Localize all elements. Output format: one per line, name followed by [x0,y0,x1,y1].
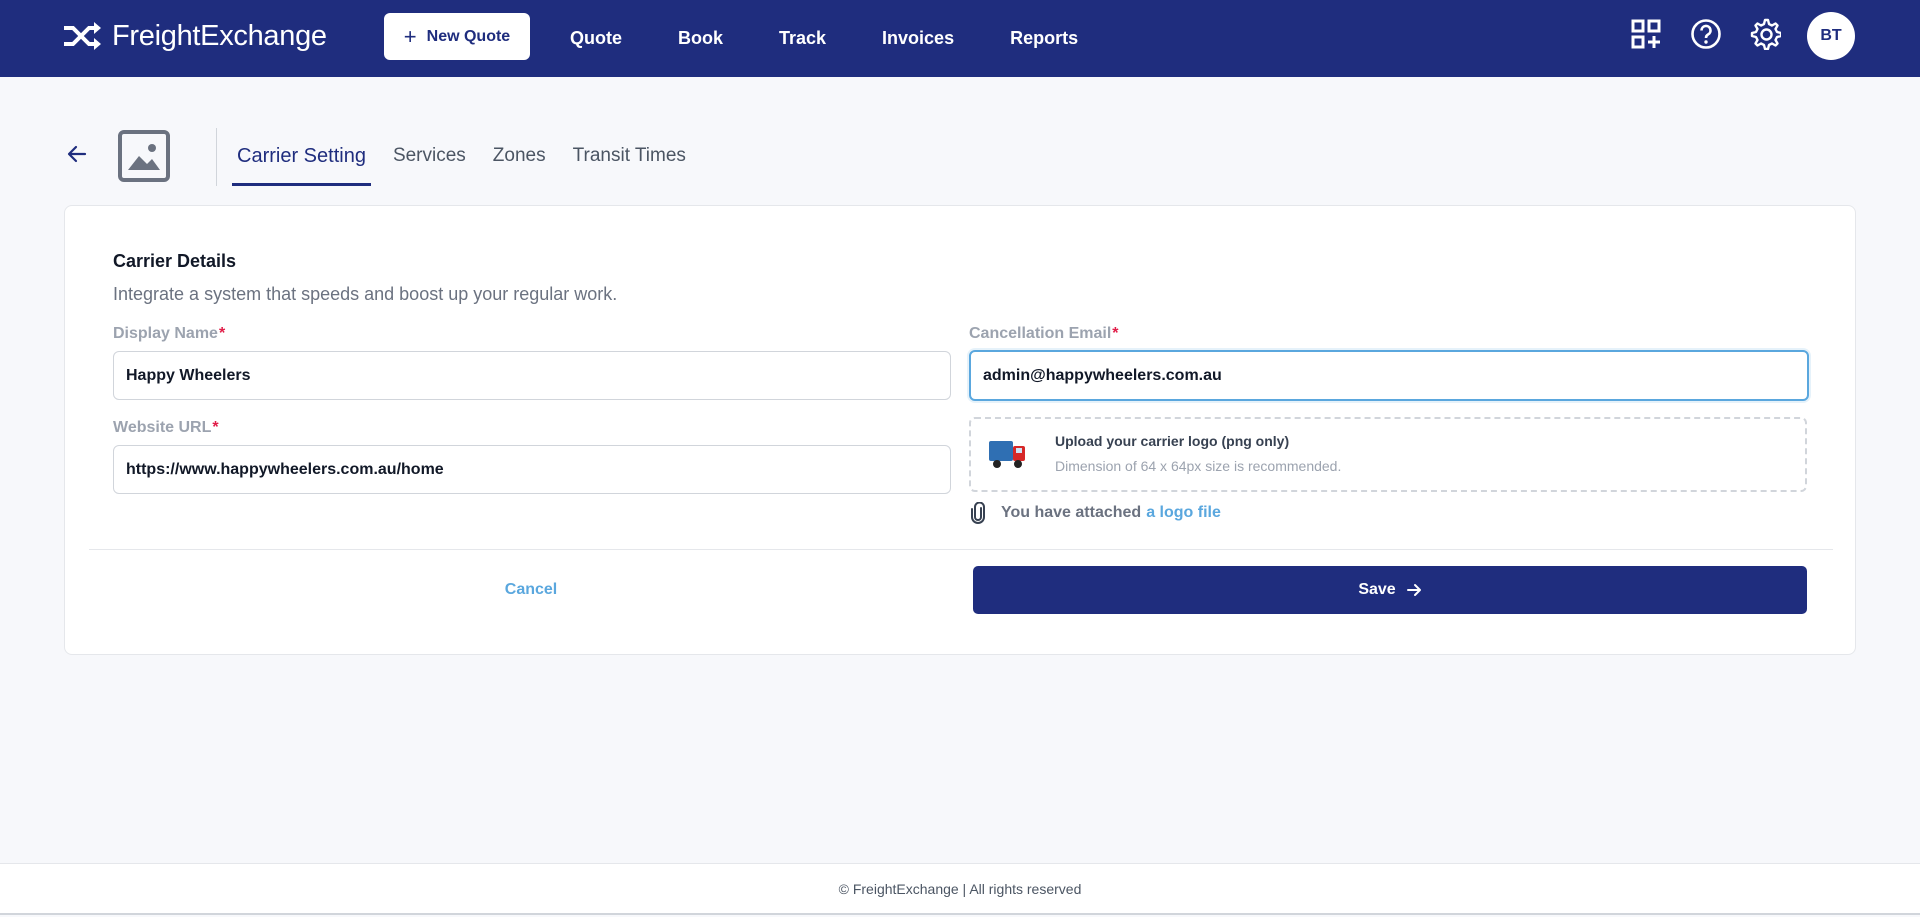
brand-logo[interactable]: FreightExchange [62,18,327,54]
nav-invoices[interactable]: Invoices [882,28,954,49]
back-arrow-icon[interactable] [66,143,88,165]
footer: © FreightExchange | All rights reserved [0,863,1920,915]
logo-upload-dropzone[interactable]: Upload your carrier logo (png only) Dime… [969,417,1807,492]
website-url-label: Website URL* [113,419,219,436]
upload-title: Upload your carrier logo (png only) [1055,433,1290,449]
website-url-field[interactable]: https://www.happywheelers.com.au/home [113,445,951,494]
user-avatar[interactable]: BT [1807,12,1855,60]
nav-book[interactable]: Book [678,28,723,49]
new-quote-button[interactable]: + New Quote [384,13,530,60]
attached-text: You have attached [1001,504,1142,521]
upload-hint: Dimension of 64 x 64px size is recommend… [1055,458,1342,474]
carrier-tabs: Carrier Setting Services Zones Transit T… [232,140,708,186]
tab-transit-times[interactable]: Transit Times [568,140,691,186]
cancellation-email-label: Cancellation Email* [969,325,1119,342]
nav-reports[interactable]: Reports [1010,28,1078,49]
main-nav: Quote Book Track Invoices Reports [570,0,1134,77]
tab-zones[interactable]: Zones [488,140,551,186]
paperclip-icon [971,502,985,524]
tab-carrier-setting[interactable]: Carrier Setting [232,140,371,186]
logo-file-link[interactable]: a logo file [1146,504,1221,522]
display-name-field[interactable]: Happy Wheelers [113,351,951,400]
copyright-text: © FreightExchange | All rights reserved [838,880,1082,897]
apps-add-icon[interactable] [1630,18,1662,50]
attachment-status: You have attached a logo file [969,502,1221,524]
nav-quote[interactable]: Quote [570,28,622,49]
new-quote-label: New Quote [426,27,511,45]
card-divider [89,549,1833,550]
carrier-details-card: Carrier Details Integrate a system that … [64,205,1856,655]
tab-services[interactable]: Services [388,140,471,186]
header-divider [216,128,217,186]
shuffle-arrows-icon [64,22,101,50]
image-icon [128,144,160,170]
carrier-logo-placeholder [118,130,170,182]
gear-icon[interactable] [1749,18,1781,50]
cancel-button[interactable]: Cancel [113,566,949,614]
cancellation-email-field[interactable]: admin@happywheelers.com.au [969,350,1809,401]
truck-icon [989,441,1025,468]
display-name-label: Display Name* [113,325,226,342]
arrow-right-icon [1406,584,1421,596]
card-subtitle: Integrate a system that speeds and boost… [113,284,618,304]
plus-icon: + [403,23,417,49]
save-label: Save [1358,581,1396,598]
brand-name: FreightExchange [112,19,327,52]
card-title: Carrier Details [113,251,237,271]
save-button[interactable]: Save [973,566,1807,614]
top-navbar: FreightExchange + New Quote Quote Book T… [0,0,1920,77]
nav-track[interactable]: Track [779,28,826,49]
help-circle-icon[interactable] [1690,18,1722,50]
